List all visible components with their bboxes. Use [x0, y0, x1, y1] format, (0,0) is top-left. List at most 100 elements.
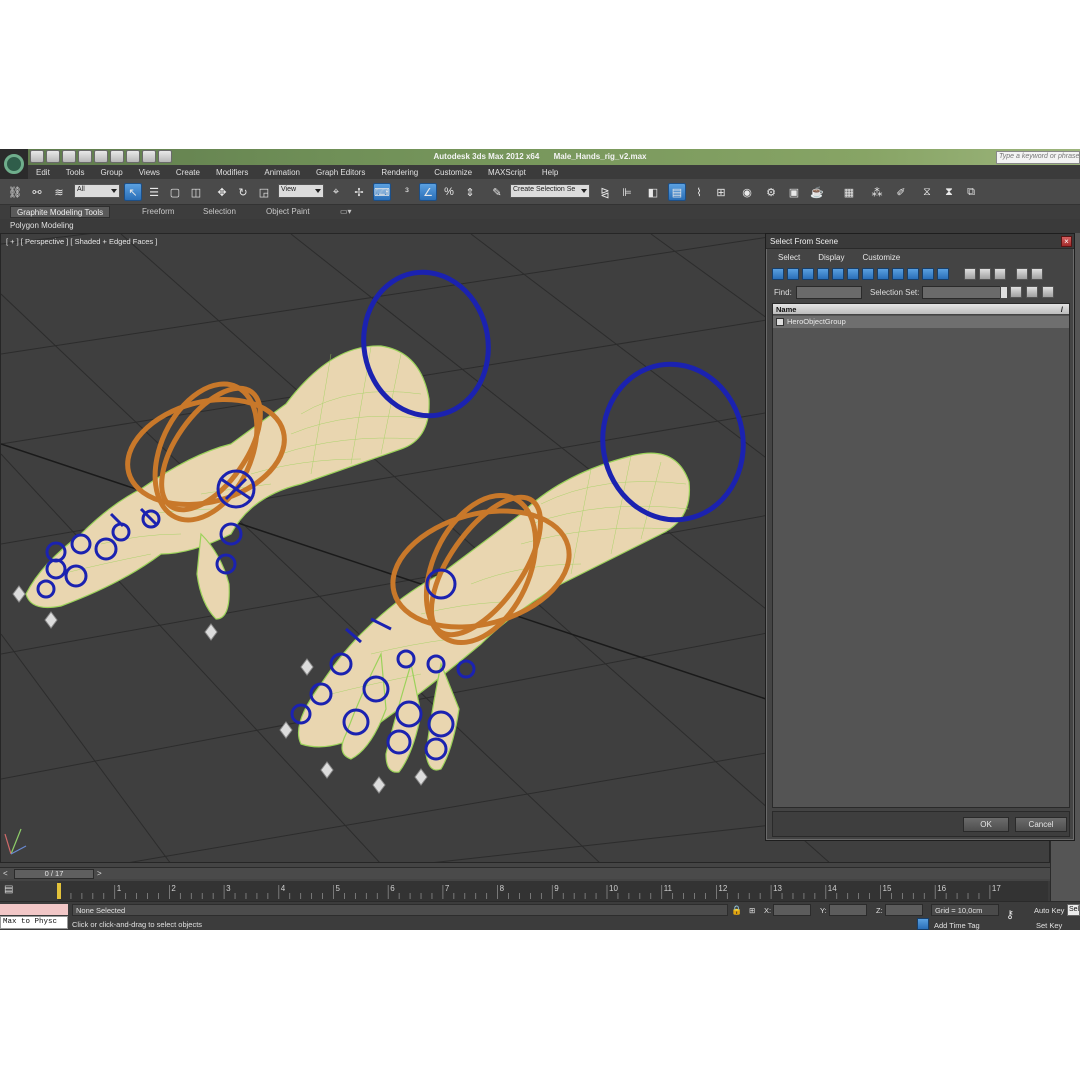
edit-selection-set-icon[interactable] — [1042, 286, 1054, 298]
select-object-icon[interactable]: ↖ — [124, 183, 142, 201]
menu-group[interactable]: Group — [92, 168, 130, 177]
time-next-icon[interactable]: > — [97, 869, 102, 878]
menu-graph-editors[interactable]: Graph Editors — [308, 168, 373, 177]
time-tag-icon[interactable] — [917, 918, 929, 930]
undo-icon[interactable] — [78, 150, 92, 163]
move-icon[interactable]: ✥ — [213, 183, 231, 201]
angle-snap-icon[interactable]: ∠ — [419, 183, 437, 201]
graphite-toggle-icon[interactable]: ▤ — [668, 183, 686, 201]
tab-freeform[interactable]: Freeform — [136, 206, 180, 218]
keyboard-shortcut-override-icon[interactable]: ⌨ — [373, 183, 391, 201]
selection-set-dropdown[interactable] — [1000, 286, 1008, 299]
reference-coordinate-dropdown[interactable]: View — [278, 184, 324, 198]
absolute-mode-icon[interactable]: ⊞ — [749, 906, 755, 915]
search-input[interactable]: Type a keyword or phrase — [996, 151, 1080, 164]
track-bar[interactable]: ▤ 1 2 3 4 5 6 7 8 9 10 11 12 13 14 15 16 17 — [0, 881, 1050, 901]
brush-preset-icon[interactable]: ✐ — [892, 183, 910, 201]
polygon-modeling-label[interactable]: Polygon Modeling — [10, 221, 74, 230]
object-list[interactable]: Name / HeroObjectGroup — [772, 303, 1070, 808]
scale-icon[interactable]: ◲ — [255, 183, 273, 201]
shape-filter-icon[interactable] — [787, 268, 799, 280]
menu-maxscript[interactable]: MAXScript — [480, 168, 534, 177]
y-coordinate-field[interactable] — [829, 904, 867, 916]
geometry-filter-icon[interactable] — [772, 268, 784, 280]
select-manipulate-icon[interactable]: ✢ — [350, 183, 368, 201]
render-setup-icon[interactable]: ⚙ — [762, 183, 780, 201]
named-selection-set-dropdown[interactable]: Create Selection Se — [510, 184, 590, 198]
tab-graphite-modeling-tools[interactable]: Graphite Modeling Tools — [10, 206, 111, 218]
tab-selection[interactable]: Selection — [197, 206, 242, 218]
ok-button[interactable]: OK — [963, 817, 1009, 832]
time-slider[interactable]: 0 / 17 — [14, 869, 94, 879]
display-all-icon[interactable] — [964, 268, 976, 280]
group-filter-icon[interactable] — [862, 268, 874, 280]
maxscript-listener-output[interactable] — [0, 904, 68, 915]
redo-icon[interactable] — [110, 150, 124, 163]
menu-edit[interactable]: Edit — [28, 168, 58, 177]
list-item[interactable]: HeroObjectGroup — [773, 316, 1069, 328]
app-logo-icon[interactable] — [0, 149, 28, 179]
container-icon[interactable]: ▦ — [840, 183, 858, 201]
redo-dropdown-icon[interactable] — [126, 150, 140, 163]
x-coordinate-field[interactable] — [773, 904, 811, 916]
material-editor-icon[interactable]: ◉ — [738, 183, 756, 201]
rotate-icon[interactable]: ↻ — [234, 183, 252, 201]
menu-customize[interactable]: Customize — [426, 168, 480, 177]
display-none-icon[interactable] — [979, 268, 991, 280]
unlink-icon[interactable]: ⚯ — [28, 183, 46, 201]
bone-filter-icon[interactable] — [892, 268, 904, 280]
remove-selection-set-icon[interactable] — [1026, 286, 1038, 298]
dialog-title-bar[interactable]: Select From Scene × — [766, 234, 1074, 249]
pivot-center-icon[interactable]: ⌖ — [327, 183, 345, 201]
menu-views[interactable]: Views — [131, 168, 168, 177]
filter-icon[interactable] — [1016, 268, 1028, 280]
time-prev-icon[interactable]: < — [3, 869, 8, 878]
find-input[interactable] — [796, 286, 862, 299]
container-filter-icon[interactable] — [907, 268, 919, 280]
filter-options-icon[interactable] — [1031, 268, 1043, 280]
qat-dropdown-icon[interactable] — [158, 150, 172, 163]
bind-space-warp-icon[interactable]: ≋ — [50, 183, 68, 201]
key-filter-dropdown[interactable]: Selected — [1067, 904, 1080, 916]
create-selection-set-icon[interactable] — [1010, 286, 1022, 298]
select-by-name-icon[interactable]: ☰ — [145, 183, 163, 201]
render-production-icon[interactable]: ☕ — [808, 183, 826, 201]
light-filter-icon[interactable] — [802, 268, 814, 280]
rendered-frame-window-icon[interactable]: ▣ — [785, 183, 803, 201]
track-view-icon[interactable]: ⧗ — [940, 183, 958, 201]
particle-view-icon[interactable]: ⁂ — [868, 183, 886, 201]
selection-filter-dropdown[interactable]: All — [74, 184, 120, 198]
undo-dropdown-icon[interactable] — [94, 150, 108, 163]
auto-key-button[interactable]: Auto Key — [1034, 906, 1064, 915]
maxscript-mini-listener[interactable]: Max to Physc — [0, 916, 68, 929]
motion-mixer-icon[interactable]: ⧖ — [918, 183, 936, 201]
track-ruler[interactable]: 1 2 3 4 5 6 7 8 9 10 11 12 13 14 15 16 17 — [0, 881, 1050, 901]
window-crossing-icon[interactable]: ◫ — [187, 183, 205, 201]
project-folder-icon[interactable] — [142, 150, 156, 163]
camera-filter-icon[interactable] — [817, 268, 829, 280]
dialog-menu-customize[interactable]: Customize — [854, 251, 908, 265]
link-icon[interactable]: ⛓ — [6, 183, 24, 201]
curve-editor-icon[interactable]: ⌇ — [690, 183, 708, 201]
close-icon[interactable]: × — [1061, 236, 1072, 247]
spinner-snap-icon[interactable]: ⇕ — [461, 183, 479, 201]
snaps-toggle-icon[interactable]: ³ — [398, 183, 416, 201]
rect-selection-icon[interactable]: ▢ — [166, 183, 184, 201]
selection-set-input[interactable] — [922, 286, 1002, 299]
percent-snap-icon[interactable]: % — [440, 183, 458, 201]
dope-sheet-icon[interactable]: ⧉ — [962, 183, 980, 201]
key-icon[interactable]: ⚷ — [1006, 908, 1014, 921]
z-coordinate-field[interactable] — [885, 904, 923, 916]
cancel-button[interactable]: Cancel — [1015, 817, 1067, 832]
add-time-tag[interactable]: Add Time Tag — [934, 921, 980, 930]
dialog-menu-select[interactable]: Select — [770, 251, 808, 265]
viewport-label[interactable]: [ + ] [ Perspective ] [ Shaded + Edged F… — [6, 237, 157, 246]
menu-help[interactable]: Help — [534, 168, 566, 177]
menu-tools[interactable]: Tools — [58, 168, 93, 177]
menu-create[interactable]: Create — [168, 168, 208, 177]
open-file-icon[interactable] — [46, 150, 60, 163]
layer-manager-icon[interactable]: ◧ — [644, 183, 662, 201]
display-invert-icon[interactable] — [994, 268, 1006, 280]
menu-rendering[interactable]: Rendering — [373, 168, 426, 177]
set-key-button[interactable]: Set Key — [1036, 921, 1062, 930]
